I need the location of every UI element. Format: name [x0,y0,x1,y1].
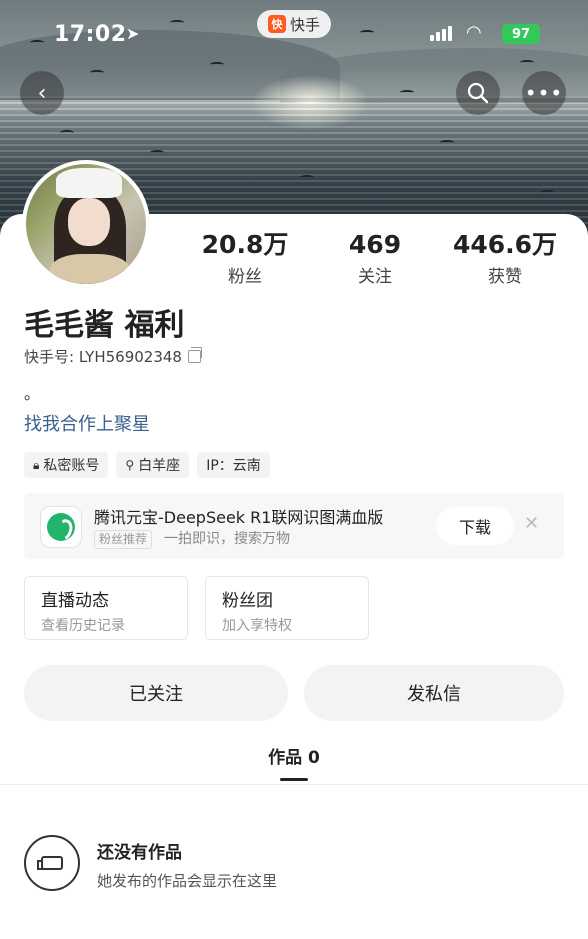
tab-works[interactable]: 作品 0 [0,743,588,768]
profile-name: 毛毛酱 福利 [24,308,185,343]
bird-shape [210,62,224,67]
search-button[interactable] [456,71,500,115]
more-icon: ••• [524,81,564,105]
profile-stats: 20.8万 粉丝 469 关注 446.6万 获赞 [180,230,570,287]
app-indicator: 快 快手 [257,10,331,38]
app-name: 快手 [289,15,320,34]
tag-ip-location: IP：云南 [197,452,270,478]
back-button[interactable]: ‹ [20,71,64,115]
bird-shape [400,90,414,95]
bird-shape [90,70,104,75]
star-sign-icon: ⚲ [125,458,135,472]
stat-following[interactable]: 469 关注 [310,230,440,287]
bird-shape [540,190,554,195]
entry-title: 直播动态 [41,591,109,611]
download-button[interactable]: 下载 [436,507,514,545]
cooperation-link[interactable]: 找我合作上聚星 [24,410,150,436]
tab-active-indicator [280,778,308,781]
promo-banner[interactable]: 腾讯元宝-DeepSeek R1联网识图满血版 粉丝推荐 一拍即识，搜索万物 下… [24,493,564,559]
avatar[interactable] [22,160,150,288]
search-icon [467,82,489,104]
battery-indicator: 97 [502,24,540,44]
kuaishou-id-text: 快手号: LYH56902348 [24,348,182,366]
stat-label: 获赞 [488,267,522,287]
bird-shape [300,175,314,180]
promo-title: 腾讯元宝-DeepSeek R1联网识图满血版 [94,508,384,527]
stat-value: 446.6万 [452,230,558,259]
stat-value: 469 [348,230,402,259]
stat-value: 20.8万 [201,230,289,259]
tag-text: 私密账号 [43,458,100,474]
location-arrow-icon: ➤ [126,24,140,43]
stat-likes[interactable]: 446.6万 获赞 [440,230,570,287]
yuanbao-app-icon [40,506,82,548]
promo-badge: 粉丝推荐 [94,530,153,549]
empty-state-title: 还没有作品 [97,843,182,863]
chevron-left-icon: ‹ [37,80,47,106]
status-time: 17:02 [54,22,127,47]
entry-subtitle: 加入享特权 [222,618,292,634]
kuaishou-logo-icon: 快 [267,15,286,33]
send-message-button[interactable]: 发私信 [304,665,564,721]
more-button[interactable]: ••• [522,71,566,115]
lock-icon: 🔒︎ [33,457,40,472]
wifi-icon: ◠ [466,22,482,43]
followed-button[interactable]: 已关注 [24,665,288,721]
entry-title: 粉丝团 [222,591,273,611]
tag-text: 白羊座 [138,458,181,474]
divider [0,784,588,785]
stat-label: 关注 [358,267,392,287]
tag-private-account: 🔒︎ 私密账号 [24,452,109,478]
empty-state-subtitle: 她发布的作品会显示在这里 [97,872,278,890]
promo-subtitle: 一拍即识，搜索万物 [164,531,290,547]
status-bar: 17:02 ➤ 快 快手 ◠ 97 [0,0,588,60]
entry-subtitle: 查看历史记录 [41,618,125,634]
stat-label: 粉丝 [228,267,262,287]
cell-signal-icon [430,26,452,41]
live-activity-entry[interactable]: 直播动态 查看历史记录 [24,576,188,640]
bird-shape [520,60,534,65]
copy-icon[interactable] [187,347,202,363]
bird-shape [60,130,74,135]
kuaishou-id[interactable]: 快手号: LYH56902348 [24,346,202,367]
close-icon[interactable]: ✕ [524,513,539,534]
stat-fans[interactable]: 20.8万 粉丝 [180,230,310,287]
tag-zodiac: ⚲ 白羊座 [116,452,190,478]
fan-club-entry[interactable]: 粉丝团 加入享特权 [205,576,369,640]
profile-bio: 。 [24,384,41,403]
tag-text: IP：云南 [206,458,261,474]
video-camera-icon [24,835,80,891]
profile-tags: 🔒︎ 私密账号 ⚲ 白羊座 IP：云南 [24,452,270,478]
bird-shape [150,150,164,155]
bird-shape [440,140,454,145]
